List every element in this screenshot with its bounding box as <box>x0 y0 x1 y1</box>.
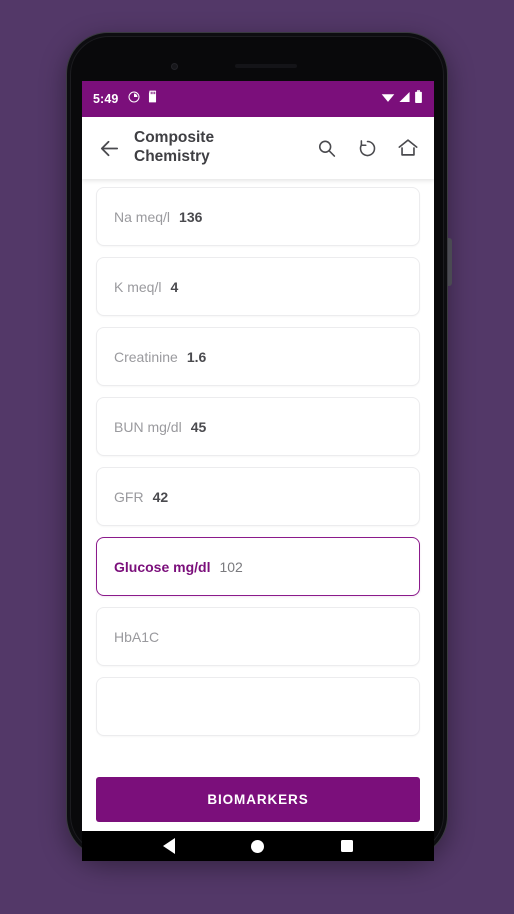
nav-home-icon <box>251 839 265 853</box>
lab-label: BUN mg/dl <box>114 418 182 435</box>
android-nav-bar <box>82 831 434 861</box>
back-button[interactable] <box>92 131 126 165</box>
lab-value: 102 <box>219 558 243 575</box>
home-button[interactable] <box>394 134 422 162</box>
lab-label: Creatinine <box>114 348 178 365</box>
lab-value-list[interactable]: Na meq/l 136 K meq/l 4 Creatinine 1.6 BU… <box>82 179 434 767</box>
lab-label: GFR <box>114 488 144 505</box>
nav-back-button[interactable] <box>152 833 186 859</box>
status-bar: 5:49 <box>82 81 434 117</box>
history-icon <box>359 139 375 156</box>
alarm-icon <box>128 90 140 108</box>
lab-value: 4 <box>170 278 179 295</box>
list-item-selected[interactable]: Glucose mg/dl 102 <box>96 537 420 596</box>
earpiece-speaker <box>235 64 297 68</box>
lab-value: 45 <box>190 418 207 435</box>
nav-home-button[interactable] <box>241 833 275 859</box>
list-item[interactable]: HbA1C <box>96 607 420 666</box>
cell-signal-icon <box>398 90 411 108</box>
status-time: 5:49 <box>93 92 119 106</box>
list-item[interactable]: Creatinine 1.6 <box>96 327 420 386</box>
list-item[interactable]: BUN mg/dl 45 <box>96 397 420 456</box>
list-item[interactable]: K meq/l 4 <box>96 257 420 316</box>
lab-label: Glucose mg/dl <box>114 558 211 575</box>
sd-card-icon <box>147 90 158 108</box>
history-button[interactable] <box>353 134 381 162</box>
back-arrow-icon <box>100 140 118 156</box>
lab-label: K meq/l <box>114 278 162 295</box>
status-left-icons <box>128 90 158 108</box>
lab-label: Na meq/l <box>114 208 171 225</box>
battery-icon <box>414 89 423 109</box>
list-item[interactable]: Na meq/l 136 <box>96 187 420 246</box>
nav-recents-button[interactable] <box>330 833 364 859</box>
list-item[interactable]: GFR 42 <box>96 467 420 526</box>
front-camera-icon <box>171 63 178 70</box>
app-bar-actions <box>312 134 422 162</box>
biomarkers-button[interactable]: BIOMARKERS <box>96 776 420 822</box>
power-button[interactable] <box>448 238 452 286</box>
home-icon <box>398 139 418 156</box>
search-button[interactable] <box>312 134 340 162</box>
bottom-action-bar: BIOMARKERS <box>82 767 434 831</box>
nav-back-icon <box>162 838 175 854</box>
phone-frame: 5:49 Composite Chemistry Na meq/l 136 K … <box>66 32 452 861</box>
lab-value: 42 <box>152 488 169 505</box>
list-item[interactable] <box>96 677 420 736</box>
lab-label: HbA1C <box>114 628 160 645</box>
search-icon <box>318 140 335 157</box>
lab-value: 1.6 <box>186 348 207 365</box>
lab-value: 136 <box>179 208 203 225</box>
phone-screen: 5:49 Composite Chemistry Na meq/l 136 K … <box>82 81 434 831</box>
page-title: Composite Chemistry <box>134 129 215 165</box>
wifi-icon <box>381 90 395 108</box>
app-bar: Composite Chemistry <box>82 117 434 179</box>
status-right-icons <box>381 89 423 109</box>
nav-recents-icon <box>341 840 354 852</box>
